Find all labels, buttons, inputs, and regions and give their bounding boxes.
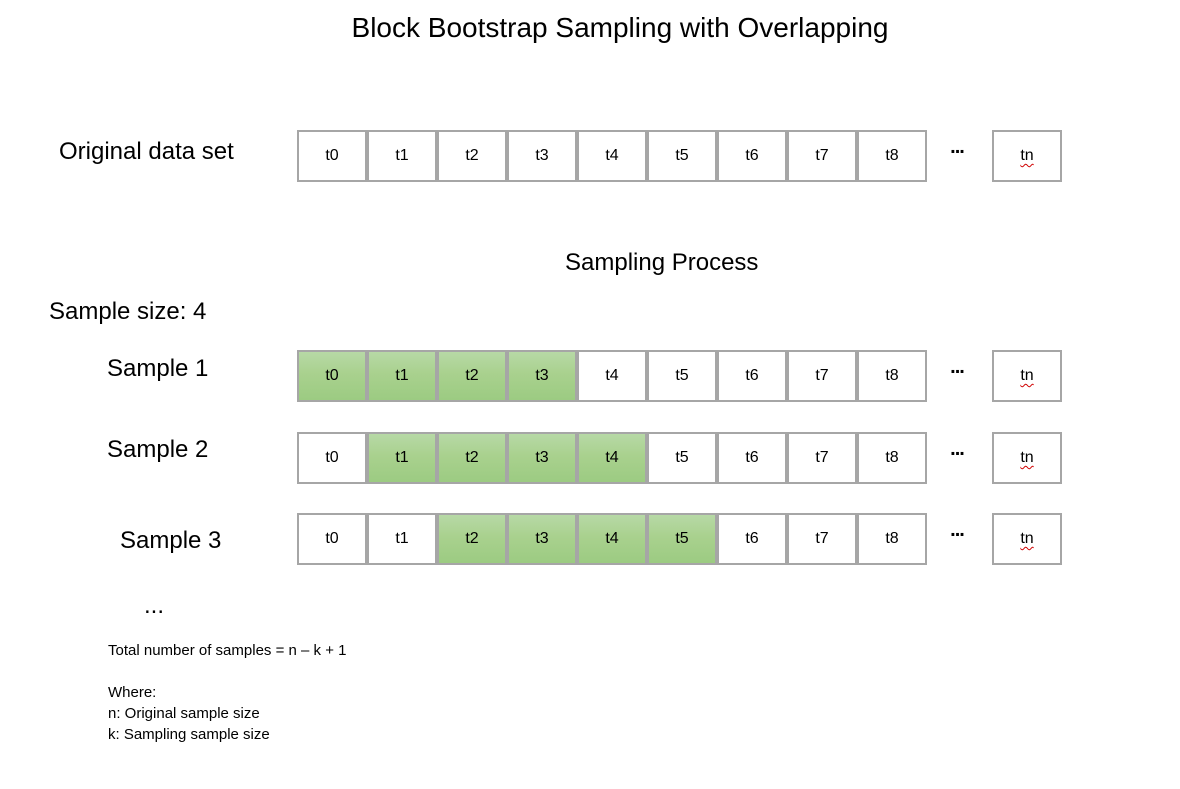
- cell-t0: t0: [297, 130, 367, 182]
- cell-t0: t0: [297, 432, 367, 484]
- row-ellipsis: ...: [950, 136, 965, 158]
- cell-tn: tn: [992, 513, 1062, 565]
- cell-t1: t1: [367, 432, 437, 484]
- cell-tn-text: tn: [1020, 147, 1034, 164]
- sample-3-row: t0 t1 t2 t3 t4 t5 t6 t7 t8... tn: [297, 513, 1067, 565]
- original-data-label: Original data set: [59, 138, 234, 165]
- more-samples-ellipsis: ...: [144, 592, 165, 619]
- cell-t2: t2: [437, 350, 507, 402]
- cell-tn: tn: [992, 130, 1062, 182]
- cell-tn-text: tn: [1020, 367, 1034, 384]
- cell-t7: t7: [787, 130, 857, 182]
- cell-t4: t4: [577, 130, 647, 182]
- cell-tn-text: tn: [1020, 449, 1034, 466]
- sample-1-row: t0 t1 t2 t3 t4 t5 t6 t7 t8... tn: [297, 350, 1067, 402]
- cell-t7: t7: [787, 350, 857, 402]
- cell-t6: t6: [717, 513, 787, 565]
- cell-t5: t5: [647, 432, 717, 484]
- diagram-title: Block Bootstrap Sampling with Overlappin…: [351, 12, 889, 43]
- cell-t5: t5: [647, 350, 717, 402]
- cell-t3: t3: [507, 350, 577, 402]
- cell-t8: t8: [857, 513, 927, 565]
- notes-block: Total number of samples = n – k + 1 Wher…: [108, 640, 346, 745]
- cell-t7: t7: [787, 432, 857, 484]
- n-definition-text: n: Original sample size: [108, 705, 260, 722]
- sample-2-label: Sample 2: [107, 436, 209, 463]
- row-ellipsis: ...: [950, 356, 965, 378]
- cell-tn: tn: [992, 432, 1062, 484]
- cell-t2: t2: [437, 513, 507, 565]
- cell-t5: t5: [647, 130, 717, 182]
- cell-t2: t2: [437, 432, 507, 484]
- cell-tn-text: tn: [1020, 530, 1034, 547]
- cell-tn: tn: [992, 350, 1062, 402]
- k-definition-text: k: Sampling sample size: [108, 726, 270, 743]
- sample-2-row: t0 t1 t2 t3 t4 t5 t6 t7 t8... tn: [297, 432, 1067, 484]
- original-data-row: t0 t1 t2 t3 t4 t5 t6 t7 t8... tn: [297, 130, 1067, 182]
- cell-t3: t3: [507, 513, 577, 565]
- sampling-process-title: Sampling Process: [565, 249, 759, 276]
- cell-t3: t3: [507, 432, 577, 484]
- cell-t8: t8: [857, 130, 927, 182]
- cell-t6: t6: [717, 350, 787, 402]
- cell-t5: t5: [647, 513, 717, 565]
- cell-t8: t8: [857, 432, 927, 484]
- sample-3-label: Sample 3: [120, 527, 222, 554]
- row-ellipsis: ...: [950, 519, 965, 541]
- cell-t6: t6: [717, 130, 787, 182]
- formula-text: Total number of samples = n – k + 1: [108, 642, 347, 659]
- cell-t6: t6: [717, 432, 787, 484]
- cell-t0: t0: [297, 513, 367, 565]
- cell-t0: t0: [297, 350, 367, 402]
- where-text: Where:: [108, 684, 157, 701]
- sample-size-label: Sample size: 4: [49, 298, 207, 325]
- cell-t8: t8: [857, 350, 927, 402]
- notes-spacer: [108, 661, 346, 682]
- cell-t1: t1: [367, 513, 437, 565]
- cell-t4: t4: [577, 432, 647, 484]
- cell-t1: t1: [367, 130, 437, 182]
- cell-t4: t4: [577, 350, 647, 402]
- cell-t4: t4: [577, 513, 647, 565]
- cell-t1: t1: [367, 350, 437, 402]
- sample-1-label: Sample 1: [107, 355, 209, 382]
- cell-t7: t7: [787, 513, 857, 565]
- cell-t2: t2: [437, 130, 507, 182]
- row-ellipsis: ...: [950, 438, 965, 460]
- cell-t3: t3: [507, 130, 577, 182]
